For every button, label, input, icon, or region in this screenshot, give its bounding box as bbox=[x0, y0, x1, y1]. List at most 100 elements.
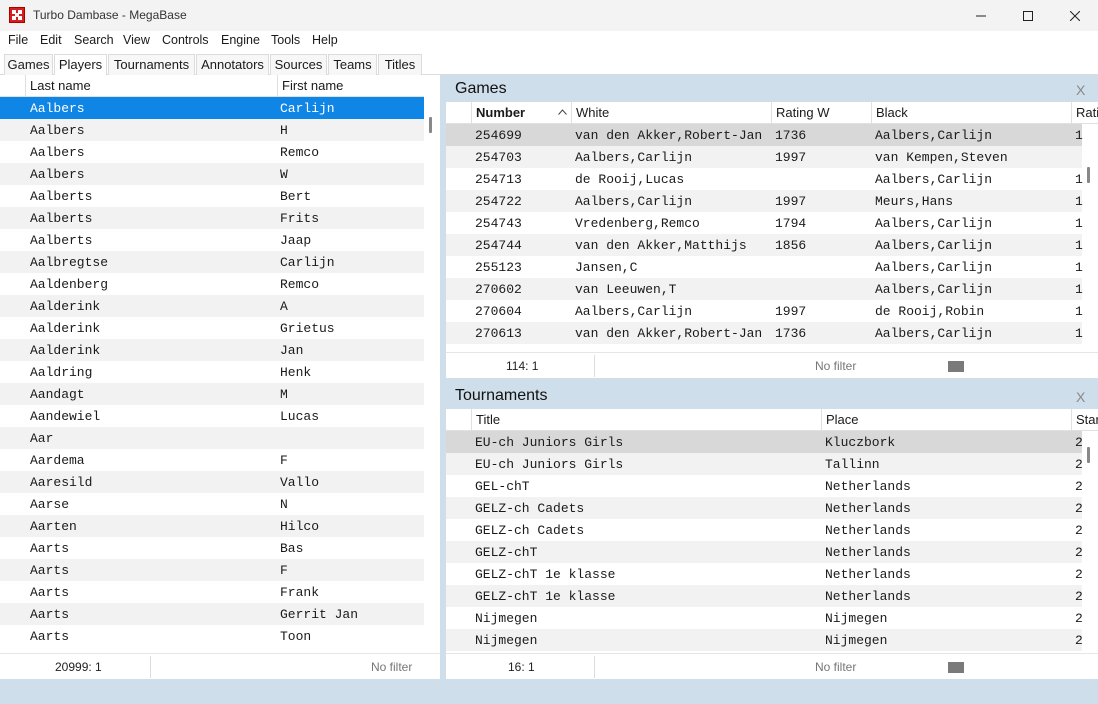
games-close-button[interactable]: X bbox=[1076, 82, 1085, 98]
tab-tournaments[interactable]: Tournaments bbox=[108, 54, 195, 75]
filter-indicator-icon[interactable] bbox=[948, 662, 964, 673]
player-row[interactable]: Aalderink Jan bbox=[0, 339, 424, 361]
games-filter-status[interactable]: No filter bbox=[815, 359, 856, 373]
player-row[interactable]: Aalberts Frits bbox=[0, 207, 424, 229]
player-row[interactable]: Aandewiel Lucas bbox=[0, 405, 424, 427]
player-row[interactable]: Aaresild Vallo bbox=[0, 471, 424, 493]
menu-file[interactable]: File bbox=[8, 33, 28, 47]
close-window-button[interactable] bbox=[1052, 0, 1098, 31]
game-row[interactable]: 254703 Aalbers,Carlijn 1997 van Kempen,Stev… bbox=[446, 146, 1082, 168]
player-row[interactable]: Aalbers Remco bbox=[0, 141, 424, 163]
player-row[interactable]: Aarse N bbox=[0, 493, 424, 515]
player-row[interactable]: Aaldenberg Remco bbox=[0, 273, 424, 295]
tournaments-scrollbar[interactable] bbox=[1087, 447, 1090, 463]
game-row[interactable]: 254722 Aalbers,Carlijn 1997 Meurs,Hans 1 bbox=[446, 190, 1083, 212]
game-cell-number: 254699 bbox=[475, 128, 522, 143]
player-row[interactable]: Aarts Bas bbox=[0, 537, 424, 559]
player-row[interactable]: Aarts Toon bbox=[0, 625, 424, 647]
tournaments-filter-status[interactable]: No filter bbox=[815, 660, 856, 674]
game-row[interactable]: 255123 Jansen,C Aalbers,Carlijn 1 bbox=[446, 256, 1083, 278]
players-filter-status[interactable]: No filter bbox=[371, 660, 412, 674]
player-row[interactable]: Aarten Hilco bbox=[0, 515, 424, 537]
tab-sources[interactable]: Sources bbox=[270, 54, 327, 75]
first-name-header[interactable]: First name bbox=[278, 75, 424, 97]
menu-view[interactable]: View bbox=[123, 33, 150, 47]
player-cell-first: Hilco bbox=[280, 519, 320, 534]
menu-controls[interactable]: Controls bbox=[162, 33, 209, 47]
player-row[interactable]: Aarts Frank bbox=[0, 581, 424, 603]
game-cell-number: 254744 bbox=[475, 238, 522, 253]
player-row[interactable]: Aalbers Carlijn bbox=[0, 97, 424, 119]
menu-edit[interactable]: Edit bbox=[40, 33, 62, 47]
start-header[interactable]: Star bbox=[1072, 409, 1098, 431]
game-cell-white: Aalbers,Carlijn bbox=[575, 304, 693, 319]
tournament-row[interactable]: EU-ch Juniors Girls Tallinn 2 bbox=[446, 453, 1083, 475]
player-cell-last: Aaldenberg bbox=[30, 277, 109, 292]
tournaments-close-button[interactable]: X bbox=[1076, 389, 1085, 405]
player-row[interactable]: Aalberts Jaap bbox=[0, 229, 424, 251]
tournament-cell-title: Nijmegen bbox=[475, 611, 538, 626]
tournament-row[interactable]: GELZ-chT 1e klasse Netherlands 2 bbox=[446, 585, 1083, 607]
game-row[interactable]: 254744 van den Akker,Matthijs 1856 Aalbers,… bbox=[446, 234, 1083, 256]
white-header[interactable]: White bbox=[572, 102, 772, 124]
players-scrollbar[interactable] bbox=[429, 117, 432, 133]
player-row[interactable]: Aalbers W bbox=[0, 163, 424, 185]
game-row[interactable]: 270602 van Leeuwen,T Aalbers,Carlijn 1 bbox=[446, 278, 1083, 300]
black-header[interactable]: Black bbox=[872, 102, 1072, 124]
tournament-row[interactable]: Nijmegen Nijmegen 2 bbox=[446, 607, 1083, 629]
game-row[interactable]: 254699 van den Akker,Robert-Jan 1736 Aalber… bbox=[446, 124, 1083, 146]
tournament-row[interactable]: GEL-chT Netherlands 2 bbox=[446, 475, 1083, 497]
player-row[interactable]: Aalbers H bbox=[0, 119, 424, 141]
player-row[interactable]: Aalbregtse Carlijn bbox=[0, 251, 424, 273]
player-row[interactable]: Aaldring Henk bbox=[0, 361, 424, 383]
player-cell-last: Aalberts bbox=[30, 211, 93, 226]
player-row[interactable]: Aalderink Grietus bbox=[0, 317, 424, 339]
game-cell-rating-b: 1 bbox=[1075, 260, 1083, 275]
tournament-cell-start: 2 bbox=[1075, 611, 1083, 626]
tournament-row[interactable]: GELZ-chT 1e klasse Netherlands 2 bbox=[446, 563, 1083, 585]
last-name-header[interactable]: Last name bbox=[26, 75, 278, 97]
player-row[interactable]: Aarts Gerrit Jan bbox=[0, 603, 424, 625]
menu-search[interactable]: Search bbox=[74, 33, 114, 47]
rating-w-header[interactable]: Rating W bbox=[772, 102, 872, 124]
player-cell-last: Aalberts bbox=[30, 233, 93, 248]
menu-help[interactable]: Help bbox=[312, 33, 338, 47]
menu-engine[interactable]: Engine bbox=[221, 33, 260, 47]
player-cell-first: A bbox=[280, 299, 288, 314]
player-row[interactable]: Aalderink A bbox=[0, 295, 424, 317]
game-row[interactable]: 270613 van den Akker,Robert-Jan 1736 Aalber… bbox=[446, 322, 1083, 344]
tab-titles[interactable]: Titles bbox=[378, 54, 422, 75]
tab-annotators[interactable]: Annotators bbox=[196, 54, 269, 75]
game-cell-rating-w: 1856 bbox=[775, 238, 807, 253]
tab-games[interactable]: Games bbox=[4, 54, 53, 75]
player-row[interactable]: Aar bbox=[0, 427, 424, 449]
player-cell-last: Aalderink bbox=[30, 321, 101, 336]
filter-indicator-icon[interactable] bbox=[948, 361, 964, 372]
player-row[interactable]: Aandagt M bbox=[0, 383, 424, 405]
game-row[interactable]: 254743 Vredenberg,Remco 1794 Aalbers,Carlij… bbox=[446, 212, 1083, 234]
games-scrollbar[interactable] bbox=[1087, 167, 1090, 183]
number-header[interactable]: Number bbox=[472, 102, 572, 124]
tournament-row[interactable]: GELZ-chT Netherlands 2 bbox=[446, 541, 1083, 563]
game-cell-white: van den Akker,Robert-Jan bbox=[575, 326, 763, 341]
place-header[interactable]: Place bbox=[822, 409, 1072, 431]
tournament-row[interactable]: GELZ-ch Cadets Netherlands 2 bbox=[446, 497, 1083, 519]
player-row[interactable]: Aardema F bbox=[0, 449, 424, 471]
tournament-row[interactable]: GELZ-ch Cadets Netherlands 2 bbox=[446, 519, 1083, 541]
tab-teams[interactable]: Teams bbox=[328, 54, 377, 75]
game-cell-rating-b: 1 bbox=[1075, 282, 1083, 297]
game-row[interactable]: 254713 de Rooij,Lucas Aalbers,Carlijn 1 bbox=[446, 168, 1083, 190]
title-header[interactable]: Title bbox=[472, 409, 822, 431]
player-row[interactable]: Aarts F bbox=[0, 559, 424, 581]
minimize-button[interactable] bbox=[958, 0, 1004, 31]
player-cell-first: Remco bbox=[280, 145, 320, 160]
maximize-button[interactable] bbox=[1005, 0, 1051, 31]
rating-b-header[interactable]: Rati bbox=[1072, 102, 1098, 124]
tab-bar: Games Players Tournaments Annotators Sou… bbox=[0, 52, 1098, 76]
tournament-row[interactable]: Nijmegen Nijmegen 2 bbox=[446, 629, 1083, 651]
game-row[interactable]: 270604 Aalbers,Carlijn 1997 de Rooij,Robin 1 bbox=[446, 300, 1083, 322]
tournament-row[interactable]: EU-ch Juniors Girls Kluczbork 2 bbox=[446, 431, 1083, 453]
player-row[interactable]: Aalberts Bert bbox=[0, 185, 424, 207]
tab-players[interactable]: Players bbox=[54, 54, 107, 76]
menu-tools[interactable]: Tools bbox=[271, 33, 300, 47]
